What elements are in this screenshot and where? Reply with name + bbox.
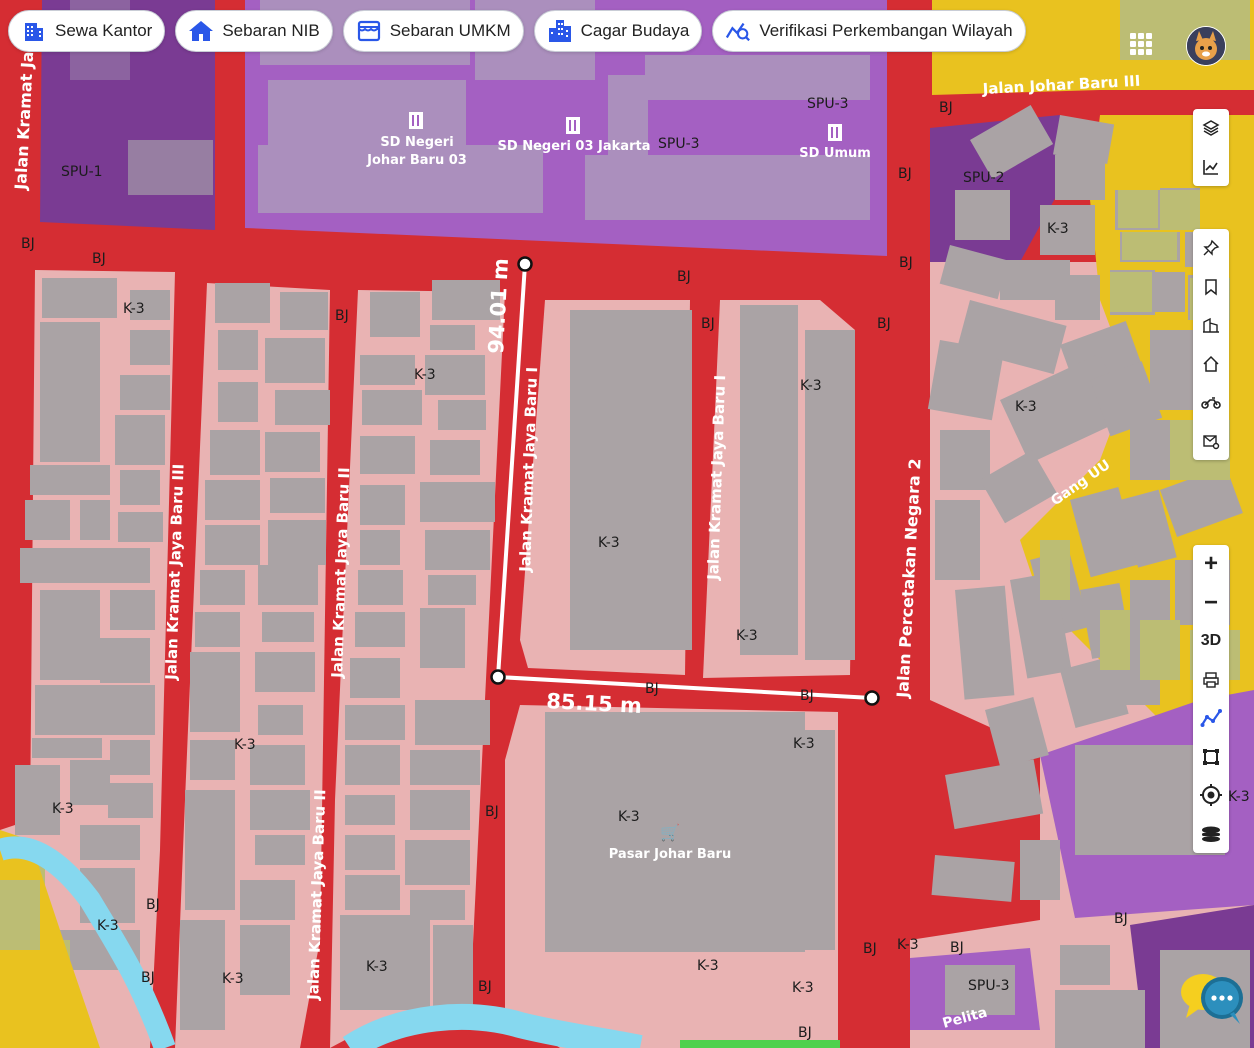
cart-icon: 🛒 xyxy=(660,823,680,842)
svg-text:K-3: K-3 xyxy=(366,959,388,975)
toolbar-label: Verifikasi Perkembangan Wilayah xyxy=(759,21,1013,40)
poi-school: SD Umum xyxy=(799,146,871,161)
svg-text:K-3: K-3 xyxy=(414,367,436,383)
poi-school: SD Negeri 03 Jakarta xyxy=(498,139,651,154)
motorbike-icon[interactable] xyxy=(1193,383,1229,422)
svg-text:BJ: BJ xyxy=(677,269,691,285)
toolbar-label: Sebaran UMKM xyxy=(389,21,511,40)
svg-text:K-3: K-3 xyxy=(52,801,74,817)
zoom-in-button[interactable]: + xyxy=(1193,545,1229,584)
svg-text:BJ: BJ xyxy=(92,251,106,267)
svg-text:BJ: BJ xyxy=(21,236,35,252)
svg-text:BJ: BJ xyxy=(141,970,155,986)
chat-widget[interactable] xyxy=(1178,968,1248,1028)
svg-text:K-3: K-3 xyxy=(97,918,119,934)
toolbar-sebaran-nib-button[interactable]: Sebaran NIB xyxy=(175,10,333,52)
poi-school: Johar Baru 03 xyxy=(366,153,467,168)
right-panel-mid xyxy=(1193,229,1229,460)
svg-text:K-3: K-3 xyxy=(792,980,814,996)
pin-icon[interactable] xyxy=(1193,229,1229,268)
toolbar-cagar-budaya-button[interactable]: Cagar Budaya xyxy=(533,10,703,52)
svg-text:K-3: K-3 xyxy=(123,301,145,317)
svg-text:BJ: BJ xyxy=(898,166,912,182)
avatar[interactable] xyxy=(1186,26,1226,66)
toolbar-label: Sewa Kantor xyxy=(55,21,153,40)
svg-text:SPU-3: SPU-3 xyxy=(658,136,700,152)
line-chart-icon[interactable] xyxy=(1193,148,1229,187)
toolbar-label: Sebaran NIB xyxy=(222,21,320,40)
svg-text:K-3: K-3 xyxy=(800,378,822,394)
print-icon[interactable] xyxy=(1193,661,1229,700)
svg-text:BJ: BJ xyxy=(335,308,349,324)
city-icon xyxy=(547,18,573,44)
svg-text:K-3: K-3 xyxy=(736,628,758,644)
svg-text:BJ: BJ xyxy=(800,688,814,704)
mail-gear-icon[interactable] xyxy=(1193,422,1229,461)
zoom-out-button[interactable]: − xyxy=(1193,584,1229,623)
svg-text:BJ: BJ xyxy=(863,941,877,957)
svg-text:K-3: K-3 xyxy=(598,535,620,551)
svg-text:BJ: BJ xyxy=(485,804,499,820)
svg-text:SPU-1: SPU-1 xyxy=(61,164,103,180)
3d-toggle-button[interactable]: 3D xyxy=(1193,622,1229,661)
building-outline-icon[interactable] xyxy=(1193,306,1229,345)
toolbar-verifikasi-button[interactable]: Verifikasi Perkembangan Wilayah xyxy=(712,10,1026,52)
measure-point[interactable] xyxy=(490,669,506,685)
svg-text:SPU-3: SPU-3 xyxy=(807,96,849,112)
svg-text:BJ: BJ xyxy=(701,316,715,332)
house-icon[interactable] xyxy=(1193,345,1229,384)
svg-text:BJ: BJ xyxy=(950,940,964,956)
toolbar-sebaran-umkm-button[interactable]: Sebaran UMKM xyxy=(342,10,524,52)
svg-text:K-3: K-3 xyxy=(1015,399,1037,415)
svg-text:SPU-3: SPU-3 xyxy=(968,978,1010,994)
svg-text:K-3: K-3 xyxy=(897,937,919,953)
svg-text:BJ: BJ xyxy=(798,1025,812,1041)
toolbar-sewa-kantor-button[interactable]: Sewa Kantor xyxy=(8,10,166,52)
home-icon xyxy=(188,18,214,44)
right-panel-bottom: + − 3D xyxy=(1193,545,1229,853)
svg-text:BJ: BJ xyxy=(877,316,891,332)
svg-text:BJ: BJ xyxy=(146,897,160,913)
svg-text:K-3: K-3 xyxy=(1228,789,1250,805)
svg-text:BJ: BJ xyxy=(899,255,913,271)
svg-text:BJ: BJ xyxy=(645,681,659,697)
svg-text:K-3: K-3 xyxy=(697,958,719,974)
measure-point[interactable] xyxy=(517,256,533,272)
svg-text:SPU-2: SPU-2 xyxy=(963,170,1005,186)
chart-search-icon xyxy=(725,18,751,44)
toolbar-label: Cagar Budaya xyxy=(580,21,690,40)
svg-text:K-3: K-3 xyxy=(222,971,244,987)
measure-horizontal-label: 85.15 m xyxy=(546,689,643,718)
svg-text:K-3: K-3 xyxy=(234,737,256,753)
apps-grid-icon[interactable] xyxy=(1130,33,1152,55)
basemap-icon[interactable] xyxy=(1193,815,1229,854)
layers-icon[interactable] xyxy=(1193,109,1229,148)
svg-text:BJ: BJ xyxy=(939,100,953,116)
svg-text:BJ: BJ xyxy=(1114,911,1128,927)
store-icon xyxy=(356,18,382,44)
bookmark-icon[interactable] xyxy=(1193,268,1229,307)
measure-line-icon[interactable] xyxy=(1193,699,1229,738)
svg-text:K-3: K-3 xyxy=(618,809,640,825)
map-canvas[interactable]: 94.01 m 85.15 m Jalan Kramat Ja Jalan Jo… xyxy=(0,0,1254,1048)
svg-text:BJ: BJ xyxy=(478,979,492,995)
measure-area-icon[interactable] xyxy=(1193,738,1229,777)
locate-icon[interactable] xyxy=(1193,776,1229,815)
poi-market: Pasar Johar Baru xyxy=(609,847,731,862)
measure-point[interactable] xyxy=(864,690,880,706)
top-toolbar: Sewa Kantor Sebaran NIB Sebaran UMKM Cag… xyxy=(8,10,1026,52)
svg-text:K-3: K-3 xyxy=(1047,221,1069,237)
measure-vertical-label: 94.01 m xyxy=(484,258,513,355)
svg-text:K-3: K-3 xyxy=(793,736,815,752)
poi-school: SD Negeri xyxy=(380,135,453,150)
right-panel-top xyxy=(1193,109,1229,186)
building-icon xyxy=(21,18,47,44)
